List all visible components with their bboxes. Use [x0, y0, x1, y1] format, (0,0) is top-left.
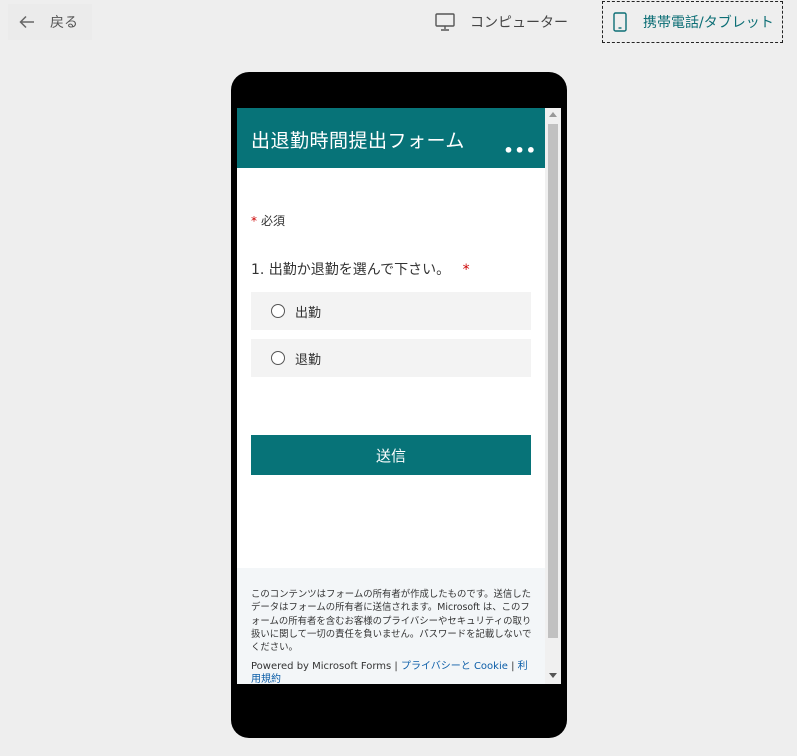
- radio-button[interactable]: [271, 351, 285, 365]
- phone-screen: 出退勤時間提出フォーム ••• * 必須 1. 出勤か退勤を選んで下さい。 * 出…: [237, 108, 561, 684]
- disclaimer-text: このコンテンツはフォームの所有者が作成したものです。送信したデータはフォームの所…: [251, 589, 532, 654]
- scroll-thumb[interactable]: [548, 124, 558, 638]
- scrollbar[interactable]: [545, 108, 561, 684]
- mobile-view-button[interactable]: 携帯電話/タブレット: [602, 1, 783, 43]
- required-label: 必須: [261, 214, 286, 228]
- option-label: 出勤: [295, 305, 322, 321]
- phone-frame: 出退勤時間提出フォーム ••• * 必須 1. 出勤か退勤を選んで下さい。 * 出…: [231, 72, 567, 738]
- phone-icon: [613, 12, 627, 32]
- option-label: 退勤: [295, 352, 322, 368]
- powered-by-text: Powered by Microsoft Forms |: [251, 661, 398, 672]
- form-footer: このコンテンツはフォームの所有者が作成したものです。送信したデータはフォームの所…: [237, 568, 545, 684]
- option-shukkin[interactable]: 出勤: [251, 292, 531, 330]
- back-button[interactable]: 戻る: [8, 4, 92, 40]
- scroll-down-arrow-icon[interactable]: [549, 673, 557, 678]
- computer-label: コンピューター: [470, 15, 568, 31]
- form-header: 出退勤時間提出フォーム •••: [237, 108, 545, 168]
- question-required-star: *: [462, 262, 470, 278]
- required-note: * 必須: [251, 212, 285, 229]
- privacy-link[interactable]: プライバシーと Cookie: [401, 661, 508, 672]
- arrow-left-icon: [19, 15, 34, 29]
- back-label: 戻る: [50, 15, 78, 31]
- computer-view-button[interactable]: コンピューター: [426, 4, 576, 40]
- option-taikin[interactable]: 退勤: [251, 339, 531, 377]
- scroll-up-arrow-icon[interactable]: [549, 112, 557, 117]
- radio-button[interactable]: [271, 304, 285, 318]
- question-title: 1. 出勤か退勤を選んで下さい。 *: [251, 259, 474, 279]
- form-area: 出退勤時間提出フォーム ••• * 必須 1. 出勤か退勤を選んで下さい。 * 出…: [237, 108, 545, 684]
- mobile-label: 携帯電話/タブレット: [643, 15, 774, 31]
- form-title: 出退勤時間提出フォーム: [251, 130, 465, 152]
- powered-by: Powered by Microsoft Forms | プライバシーと Coo…: [251, 660, 537, 684]
- monitor-icon: [435, 13, 455, 31]
- required-star: *: [251, 214, 257, 228]
- submit-button[interactable]: 送信: [251, 435, 531, 475]
- separator: |: [511, 661, 515, 672]
- question-text: 1. 出勤か退勤を選んで下さい。: [251, 262, 451, 278]
- more-dots-icon[interactable]: •••: [503, 143, 537, 159]
